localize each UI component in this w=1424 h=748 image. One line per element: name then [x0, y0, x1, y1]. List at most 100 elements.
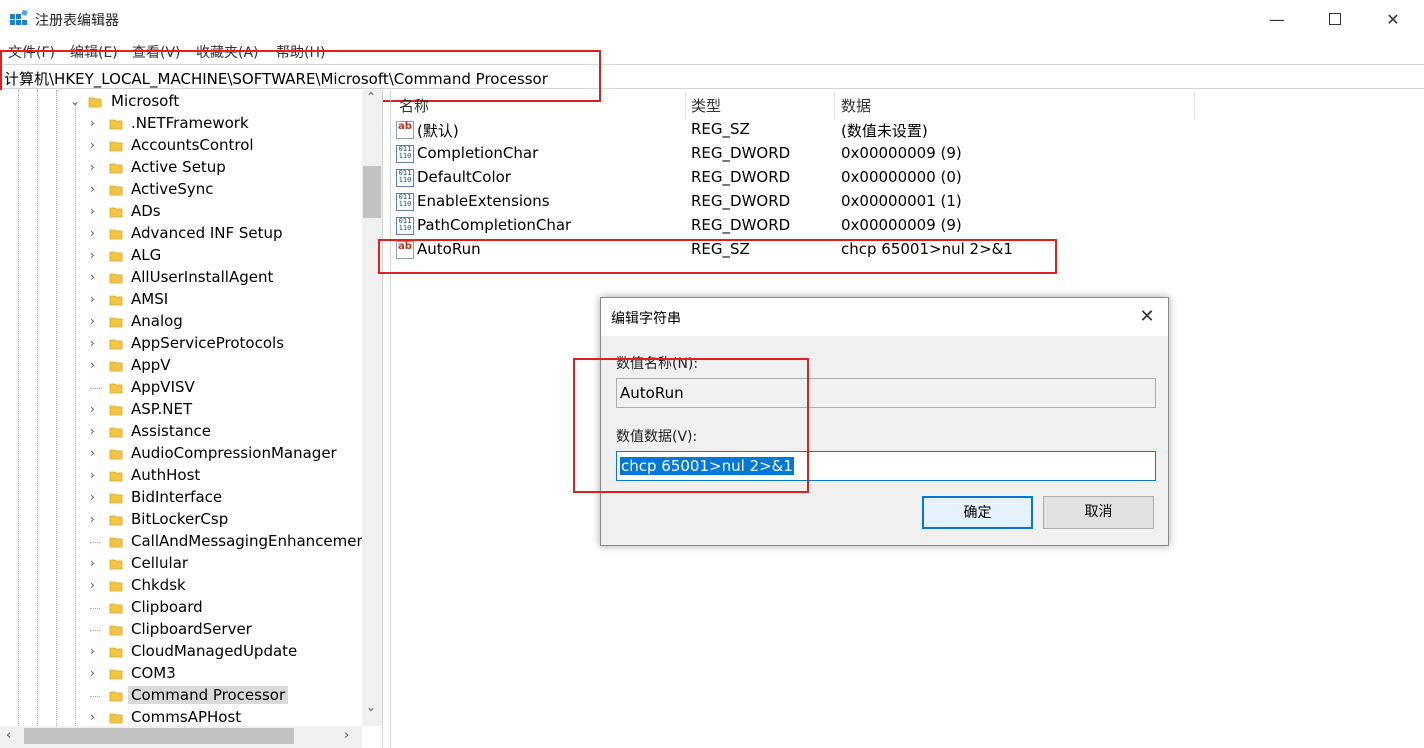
- menu-view[interactable]: 查看(V): [132, 42, 181, 62]
- tree-item[interactable]: › Assistance: [0, 421, 362, 443]
- value-data: 0x00000009 (9): [841, 216, 962, 234]
- chevron-right-icon[interactable]: ›: [90, 226, 102, 240]
- tree-item-label: Advanced INF Setup: [131, 224, 283, 242]
- chevron-right-icon[interactable]: ›: [90, 182, 102, 196]
- value-row[interactable]: 011 110 PathCompletionChar REG_DWORD 0x00000…: [391, 214, 1421, 238]
- tree-item-label: AudioCompressionManager: [131, 444, 337, 462]
- cancel-button[interactable]: 取消: [1043, 496, 1154, 529]
- chevron-right-icon[interactable]: ›: [90, 424, 102, 438]
- tree-item[interactable]: › AppServiceProtocols: [0, 333, 362, 355]
- chevron-right-icon[interactable]: ›: [90, 446, 102, 460]
- menu-help[interactable]: 帮助(H): [276, 42, 325, 62]
- ok-button[interactable]: 确定: [922, 496, 1033, 529]
- close-icon: ✕: [1386, 9, 1400, 29]
- menu-file[interactable]: 文件(F): [8, 42, 55, 62]
- chevron-right-icon[interactable]: ›: [90, 138, 102, 152]
- tree-item[interactable]: › CloudManagedUpdate: [0, 641, 362, 663]
- column-header-name[interactable]: 名称: [399, 95, 429, 116]
- tree-item[interactable]: › Advanced INF Setup: [0, 223, 362, 245]
- tree-item[interactable]: › AccountsControl: [0, 135, 362, 157]
- tree-hscroll-thumb[interactable]: [24, 728, 294, 744]
- chevron-right-icon[interactable]: ›: [90, 204, 102, 218]
- dword-value-icon: 011 110: [396, 193, 414, 211]
- chevron-right-icon[interactable]: ›: [90, 710, 102, 724]
- tree-item[interactable]: › Active Setup: [0, 157, 362, 179]
- dialog-close-button[interactable]: ✕: [1134, 304, 1160, 330]
- tree-item[interactable]: › ALG: [0, 245, 362, 267]
- tree-item[interactable]: › ADs: [0, 201, 362, 223]
- chevron-down-icon[interactable]: ⌄: [70, 94, 82, 108]
- value-row[interactable]: 011 110 CompletionChar REG_DWORD 0x00000009 …: [391, 142, 1421, 166]
- tree-item[interactable]: › AudioCompressionManager: [0, 443, 362, 465]
- value-row[interactable]: ab (默认) REG_SZ (数值未设置): [391, 118, 1421, 142]
- maximize-button[interactable]: [1306, 0, 1364, 38]
- value-name-label: 数值名称(N):: [616, 356, 699, 372]
- tree-item[interactable]: › .NETFramework: [0, 113, 362, 135]
- chevron-right-icon[interactable]: ›: [90, 314, 102, 328]
- chevron-right-icon[interactable]: ›: [90, 666, 102, 680]
- menu-edit[interactable]: 编辑(E): [70, 42, 118, 62]
- tree-item-label: AppServiceProtocols: [131, 334, 285, 352]
- chevron-right-icon[interactable]: ›: [90, 336, 102, 350]
- value-row[interactable]: ab AutoRun REG_SZ chcp 65001>nul 2>&1: [391, 238, 1421, 262]
- chevron-right-icon[interactable]: ›: [90, 468, 102, 482]
- tree-dotted-connector: [90, 608, 100, 609]
- chevron-right-icon[interactable]: ›: [90, 556, 102, 570]
- chevron-right-icon[interactable]: ›: [90, 402, 102, 416]
- value-data-text[interactable]: chcp 65001>nul 2>&1: [620, 457, 794, 475]
- column-separator[interactable]: [834, 92, 835, 118]
- maximize-icon: [1329, 13, 1341, 25]
- value-data: (数值未设置): [841, 122, 928, 140]
- menu-favorites[interactable]: 收藏夹(A): [196, 42, 259, 62]
- tree-item[interactable]: › BitLockerCsp: [0, 509, 362, 531]
- dialog-title-bar: 编辑字符串 ✕: [601, 298, 1168, 336]
- tree-item[interactable]: › Analog: [0, 311, 362, 333]
- chevron-right-icon[interactable]: ›: [90, 358, 102, 372]
- address-bar[interactable]: 计算机\HKEY_LOCAL_MACHINE\SOFTWARE\Microsof…: [0, 64, 1424, 89]
- scroll-down-icon[interactable]: ⌄: [366, 700, 376, 714]
- tree-item[interactable]: › AppV: [0, 355, 362, 377]
- close-button[interactable]: ✕: [1364, 0, 1422, 38]
- tree-scroll-thumb[interactable]: [363, 166, 381, 218]
- chevron-right-icon[interactable]: ›: [90, 490, 102, 504]
- chevron-right-icon[interactable]: ›: [90, 116, 102, 130]
- tree-item[interactable]: › AuthHost: [0, 465, 362, 487]
- chevron-right-icon[interactable]: ›: [90, 644, 102, 658]
- tree-item-label: Analog: [131, 312, 183, 330]
- value-data-input[interactable]: chcp 65001>nul 2>&1: [616, 451, 1156, 481]
- tree-item-microsoft[interactable]: ⌄ Microsoft: [0, 91, 362, 113]
- scroll-left-icon[interactable]: ‹: [6, 728, 11, 743]
- tree-item[interactable]: › AMSI: [0, 289, 362, 311]
- tree-item[interactable]: Command Processor: [0, 685, 362, 707]
- minimize-button[interactable]: —: [1248, 0, 1306, 38]
- tree-item[interactable]: › Cellular: [0, 553, 362, 575]
- value-name: (默认): [417, 122, 459, 140]
- tree-item[interactable]: › COM3: [0, 663, 362, 685]
- tree-item[interactable]: AppVISV: [0, 377, 362, 399]
- column-separator[interactable]: [685, 92, 686, 118]
- scroll-right-icon[interactable]: ›: [344, 728, 349, 743]
- tree-item-label: Clipboard: [131, 598, 203, 616]
- tree-item[interactable]: ClipboardServer: [0, 619, 362, 641]
- chevron-right-icon[interactable]: ›: [90, 512, 102, 526]
- chevron-right-icon[interactable]: ›: [90, 248, 102, 262]
- chevron-right-icon[interactable]: ›: [90, 578, 102, 592]
- column-separator[interactable]: [1194, 92, 1195, 118]
- chevron-right-icon[interactable]: ›: [90, 270, 102, 284]
- value-row[interactable]: 011 110 DefaultColor REG_DWORD 0x00000000 (0…: [391, 166, 1421, 190]
- tree-item[interactable]: › ActiveSync: [0, 179, 362, 201]
- tree-item[interactable]: › Chkdsk: [0, 575, 362, 597]
- tree-item[interactable]: › AllUserInstallAgent: [0, 267, 362, 289]
- address-path[interactable]: 计算机\HKEY_LOCAL_MACHINE\SOFTWARE\Microsof…: [4, 68, 548, 89]
- column-header-type[interactable]: 类型: [691, 95, 721, 116]
- chevron-right-icon[interactable]: ›: [90, 292, 102, 306]
- tree-item[interactable]: Clipboard: [0, 597, 362, 619]
- column-header-data[interactable]: 数据: [841, 95, 871, 116]
- tree-item[interactable]: › ASP.NET: [0, 399, 362, 421]
- value-row[interactable]: 011 110 EnableExtensions REG_DWORD 0x0000000…: [391, 190, 1421, 214]
- value-type: REG_SZ: [691, 240, 750, 258]
- tree-item[interactable]: CallAndMessagingEnhancement: [0, 531, 372, 553]
- scroll-up-icon[interactable]: ⌃: [366, 90, 376, 104]
- chevron-right-icon[interactable]: ›: [90, 160, 102, 174]
- tree-item[interactable]: › BidInterface: [0, 487, 362, 509]
